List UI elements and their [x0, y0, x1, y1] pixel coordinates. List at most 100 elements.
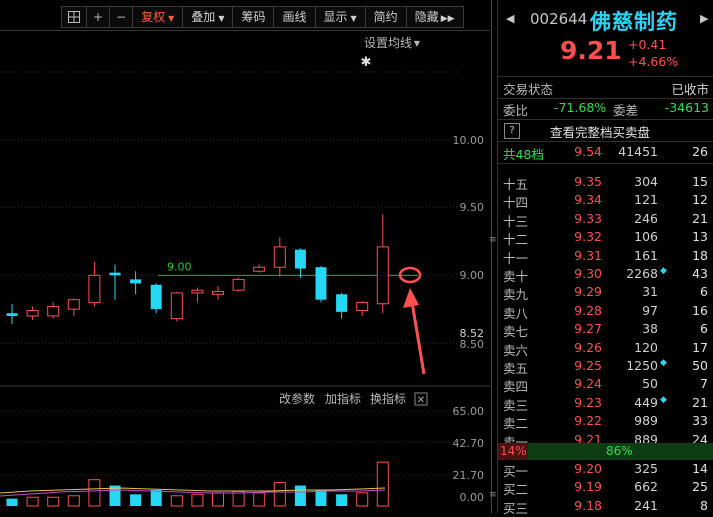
candle-body[interactable] — [212, 291, 224, 295]
candle-body[interactable] — [191, 289, 204, 294]
candle-body[interactable] — [47, 305, 60, 317]
splitter-handle-icon[interactable]: ≡ — [489, 490, 497, 500]
status-label: 交易状态 — [503, 82, 554, 97]
candle-body[interactable] — [130, 279, 142, 284]
prev-stock-button[interactable]: ◀ — [506, 12, 514, 25]
add-indicator-link[interactable]: 加指标 — [325, 391, 361, 406]
volume-bar — [47, 496, 60, 507]
wc-value: -34613 — [664, 100, 709, 115]
order-level-label: 卖九 — [503, 287, 529, 303]
order-price: 9.20 — [574, 461, 602, 476]
caret-down-icon: ▼ — [414, 39, 421, 48]
price-change: +0.41 — [628, 37, 667, 52]
order-volume: 38 — [642, 321, 658, 337]
divider — [498, 119, 713, 120]
sell-order-row[interactable]: 卖三 9.23 449 ◆ 21 — [498, 395, 713, 413]
volume-bar — [232, 490, 245, 507]
sell-order-row[interactable]: 卖八 9.28 97 16 — [498, 303, 713, 321]
diamond-marker-icon: ◆ — [660, 266, 667, 276]
buy-order-row[interactable]: 买三 9.18 241 8 — [498, 498, 713, 516]
sell-order-row[interactable]: 十一 9.31 161 18 — [498, 248, 713, 266]
stock-name: 佛慈制药 — [590, 10, 678, 34]
order-count: 18 — [692, 247, 708, 263]
kline-chart[interactable]: 10.00 9.50 9.00 8.50 8.52 设置均线 ▼ ✱ 9.00 … — [0, 0, 490, 513]
modify-params-link[interactable]: 改参数 — [279, 391, 315, 406]
order-price: 9.22 — [574, 413, 602, 429]
reference-line-label: 9.00 — [167, 260, 192, 273]
candle-body[interactable] — [232, 278, 245, 291]
next-stock-button[interactable]: ▶ — [700, 12, 708, 25]
candle-body[interactable] — [294, 249, 306, 269]
candle-body[interactable] — [336, 294, 348, 312]
order-level-label: 十五 — [503, 177, 529, 192]
buy-order-row[interactable]: 买一 9.20 325 14 — [498, 461, 713, 479]
full-depth-link[interactable]: 查看完整档买卖盘 — [550, 122, 650, 141]
sell-order-row[interactable]: 卖五 9.25 1250 ◆ 50 — [498, 358, 713, 376]
candle-body[interactable] — [170, 292, 183, 320]
candle-body[interactable] — [376, 246, 389, 305]
candle-body[interactable] — [273, 246, 286, 268]
ratio-left: 14% — [500, 444, 527, 458]
order-count: 6 — [700, 284, 708, 300]
volume-grid — [0, 410, 458, 476]
total-depth-row: 共48档 9.54 41451 26 — [498, 144, 713, 162]
buy-order-row[interactable]: 买二 9.19 662 25 — [498, 479, 713, 497]
order-price: 9.27 — [574, 321, 602, 337]
order-volume: 304 — [634, 174, 658, 189]
wb-value: -71.68% — [554, 100, 607, 115]
order-level-label: 卖七 — [503, 324, 529, 340]
candle-body[interactable] — [67, 299, 80, 310]
candle-body[interactable] — [253, 266, 266, 272]
sell-order-row[interactable]: 卖七 9.27 38 6 — [498, 321, 713, 339]
sell-order-row[interactable]: 十二 9.32 106 13 — [498, 229, 713, 247]
order-count: 21 — [692, 394, 708, 410]
volume-bar — [376, 461, 389, 507]
volume-bar — [130, 494, 142, 506]
candles-group — [6, 214, 389, 325]
switch-indicator-link[interactable]: 换指标 — [370, 391, 406, 406]
sell-order-row[interactable]: 十四 9.34 121 12 — [498, 192, 713, 210]
splitter-handle-icon[interactable]: ≡ — [489, 235, 497, 245]
stock-code: 002644 — [530, 10, 588, 28]
sell-order-row[interactable]: 卖九 9.29 31 6 — [498, 284, 713, 302]
order-level-label: 十二 — [503, 232, 529, 248]
candle-body[interactable] — [6, 313, 18, 316]
sell-order-row[interactable]: 卖十 9.30 2268 ◆ 43 — [498, 266, 713, 284]
sell-order-row[interactable]: 卖六 9.26 120 17 — [498, 340, 713, 358]
volume-bar — [170, 495, 183, 507]
volume-bar — [150, 489, 162, 506]
sell-order-row[interactable]: 卖二 9.22 989 33 — [498, 413, 713, 431]
candle-body[interactable] — [26, 310, 39, 317]
order-count: 15 — [692, 174, 708, 189]
sell-order-row[interactable]: 十三 9.33 246 21 — [498, 211, 713, 229]
candle-body[interactable] — [109, 272, 121, 276]
price-tick: 10.00 — [453, 134, 485, 147]
total-vol: 41451 — [618, 144, 658, 159]
order-price: 9.28 — [574, 302, 602, 318]
volume-tick: 42.70 — [453, 437, 485, 450]
diamond-marker-icon: ◆ — [660, 394, 667, 405]
candle-body[interactable] — [356, 301, 369, 312]
order-price: 9.24 — [574, 376, 602, 392]
order-volume: 50 — [642, 376, 658, 392]
sell-order-row[interactable]: 十五 9.35 304 15 — [498, 174, 713, 192]
full-depth-row[interactable]: ? 查看完整档买卖盘 — [498, 122, 713, 140]
order-count: 13 — [692, 229, 708, 245]
volume-bar — [6, 498, 18, 506]
order-volume: 662 — [634, 479, 658, 495]
candle-body[interactable] — [88, 274, 101, 303]
asterisk-marker-icon: ✱ — [361, 55, 372, 70]
order-volume: 2268 — [626, 266, 658, 281]
order-price: 9.26 — [574, 339, 602, 355]
volume-bar — [273, 482, 286, 507]
price-tick: 9.50 — [460, 201, 485, 214]
order-count: 14 — [692, 461, 708, 476]
order-level-label: 买三 — [503, 500, 529, 516]
ratio-right: 86% — [606, 444, 633, 458]
setting-ma-link[interactable]: 设置均线 — [364, 36, 412, 50]
candle-body[interactable] — [315, 267, 327, 300]
order-volume: 97 — [642, 302, 658, 318]
volume-bar — [253, 492, 266, 507]
sell-order-row[interactable]: 卖四 9.24 50 7 — [498, 376, 713, 394]
candle-body[interactable] — [150, 284, 162, 310]
